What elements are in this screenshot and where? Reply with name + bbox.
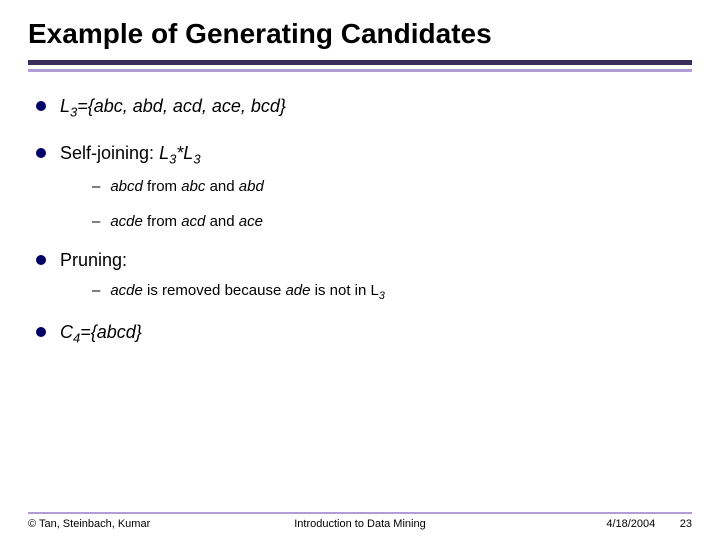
bullet-dot-icon <box>36 327 46 337</box>
b2-L: L <box>159 143 169 163</box>
slide-body: L3={abc, abd, acd, ace, bcd} Self-joinin… <box>28 76 692 348</box>
footer-copyright: © Tan, Steinbach, Kumar <box>28 518 249 530</box>
title-rule-light <box>28 69 692 72</box>
s1-rest: from <box>143 178 181 195</box>
s3-mid: is removed because <box>143 282 286 299</box>
s1-em: abcd <box>110 178 143 195</box>
bullet-dot-icon <box>36 101 46 111</box>
dash-icon: – <box>92 213 100 230</box>
bullet-dot-icon <box>36 148 46 158</box>
s2-em3: ace <box>239 213 263 230</box>
s2-rest: from <box>143 213 181 230</box>
title-rule-dark <box>28 60 692 65</box>
slide-title: Example of Generating Candidates <box>28 18 692 50</box>
b3-text: Pruning: <box>60 248 127 272</box>
b2-sub2: 3 <box>193 152 200 167</box>
b4-rest: ={abcd} <box>80 322 142 342</box>
sub-2: – acde from acd and ace <box>92 213 692 230</box>
b1-rest: ={abc, abd, acd, ace, bcd} <box>77 96 286 116</box>
footer-date: 4/18/2004 <box>606 518 655 530</box>
b2-prefix: Self-joining: <box>60 143 159 163</box>
dash-icon: – <box>92 282 100 299</box>
s3-sub: 3 <box>379 290 385 302</box>
s2-and: and <box>205 213 238 230</box>
sub-1: – abcd from abc and abd <box>92 178 692 195</box>
b1-L: L <box>60 96 70 116</box>
sub-3: – acde is removed because ade is not in … <box>92 282 692 302</box>
bullet-3: Pruning: <box>36 248 692 272</box>
s3-em2: ade <box>285 282 310 299</box>
s1-em3: abd <box>239 178 264 195</box>
footer-rule <box>28 512 692 514</box>
s2-em2: acd <box>181 213 205 230</box>
s1-and: and <box>205 178 238 195</box>
bullet-dot-icon <box>36 255 46 265</box>
s3-em: acde <box>110 282 143 299</box>
b4-C: C <box>60 322 73 342</box>
b2-star: *L <box>176 143 193 163</box>
slide-footer: © Tan, Steinbach, Kumar Introduction to … <box>0 512 720 530</box>
bullet-2: Self-joining: L3*L3 <box>36 141 692 168</box>
dash-icon: – <box>92 178 100 195</box>
footer-title: Introduction to Data Mining <box>249 518 470 530</box>
s2-em: acde <box>110 213 143 230</box>
s1-em2: abc <box>181 178 205 195</box>
bullet-4: C4={abcd} <box>36 320 692 347</box>
s3-rest: is not in L <box>310 282 378 299</box>
footer-page: 23 <box>680 518 692 530</box>
bullet-1: L3={abc, abd, acd, ace, bcd} <box>36 94 692 121</box>
